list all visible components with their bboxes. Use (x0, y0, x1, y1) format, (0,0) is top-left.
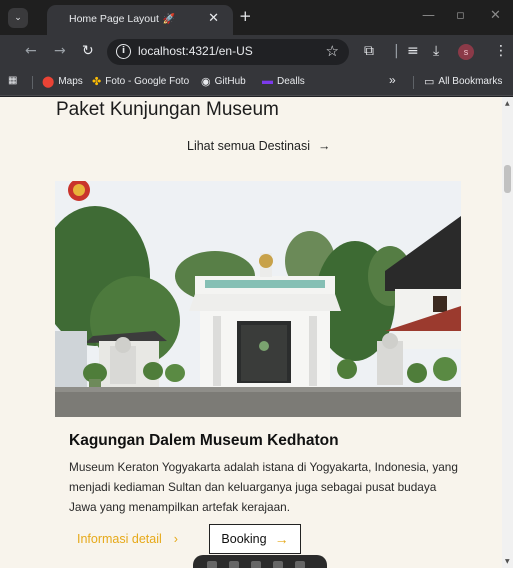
arrow-right-icon: → (317, 139, 331, 153)
browser-toolbar: ← → ↻ i localhost:4321/en-US ☆ ⧉ | ≡ ⤓ s… (0, 35, 513, 69)
reload-icon[interactable]: ↻ (82, 43, 94, 59)
museum-photo[interactable] (55, 181, 461, 417)
bookmark-maps[interactable]: ⬤ Maps (42, 75, 83, 88)
dealls-icon: ▬ (262, 75, 273, 87)
booking-button[interactable]: Booking → (209, 524, 301, 554)
section-title: Paket Kunjungan Museum (56, 99, 279, 120)
all-bookmarks-button[interactable]: ▭ All Bookmarks (424, 75, 502, 88)
bookmark-separator (413, 76, 414, 89)
detail-info-link[interactable]: Informasi detail › (77, 532, 178, 546)
chevron-down-icon: ⌄ (14, 13, 22, 23)
tab-search-button[interactable]: ⌄ (8, 8, 28, 28)
pinwheel-icon: ✤ (92, 76, 102, 88)
bookmark-google-foto[interactable]: ✤ Foto - Google Foto (92, 75, 189, 88)
new-tab-icon[interactable]: + (239, 8, 252, 24)
toolbar-divider: | (394, 43, 399, 59)
scroll-up-icon[interactable]: ▲ (505, 100, 510, 107)
bookmark-separator (32, 76, 33, 89)
tab-strip: ⌄ Home Page Layout 🚀 ✕ + — ▫ ✕ (0, 0, 513, 35)
see-all-destinations-link[interactable]: Lihat semua Destinasi → (187, 139, 330, 153)
forward-icon[interactable]: → (54, 43, 66, 59)
tab-title: Home Page Layout 🚀 (69, 13, 175, 25)
toolbar-item-icon[interactable] (273, 561, 283, 568)
booking-label: Booking (221, 532, 267, 546)
url-text: localhost:4321/en-US (138, 44, 253, 58)
bookmark-github[interactable]: ◉ GitHub (201, 75, 246, 88)
bookmark-label: GitHub (214, 76, 246, 87)
reading-list-icon[interactable]: ≡ (407, 43, 419, 59)
toolbar-item-icon[interactable] (229, 561, 239, 568)
all-bookmarks-label: All Bookmarks (438, 76, 503, 87)
github-icon: ◉ (201, 76, 211, 88)
folder-icon: ▭ (424, 76, 435, 88)
detail-info-label: Informasi detail (77, 532, 162, 546)
tab-close-icon[interactable]: ✕ (208, 11, 219, 26)
address-bar[interactable]: i localhost:4321/en-US ☆ (107, 39, 349, 65)
download-icon[interactable]: ⤓ (433, 43, 439, 59)
chevron-right-icon: › (173, 532, 178, 546)
profile-avatar[interactable]: s (458, 44, 474, 60)
back-icon[interactable]: ← (25, 43, 37, 59)
scroll-down-icon[interactable]: ▼ (505, 558, 510, 565)
tab-title-text: Home Page Layout (69, 13, 159, 25)
menu-kebab-icon[interactable]: ⋮ (494, 43, 508, 59)
scroll-thumb[interactable] (504, 165, 511, 193)
card-description: Museum Keraton Yogyakarta adalah istana … (69, 460, 458, 514)
minimize-icon[interactable]: — (422, 9, 435, 23)
maps-pin-icon: ⬤ (42, 76, 55, 88)
bookmark-label: Foto - Google Foto (105, 76, 190, 87)
toolbar-item-icon[interactable] (251, 561, 261, 568)
bookmark-label: Dealls (277, 75, 305, 87)
window-close-icon[interactable]: ✕ (490, 9, 501, 23)
extensions-icon[interactable]: ⧉ (364, 43, 374, 59)
card-title: Kagungan Dalem Museum Kedhaton (69, 432, 339, 449)
page-viewport: Paket Kunjungan Museum Lihat semua Desti… (0, 97, 502, 568)
bookmarks-overflow-button[interactable]: » (389, 73, 396, 87)
see-all-label: Lihat semua Destinasi (187, 139, 310, 153)
floating-toolbar[interactable] (193, 555, 327, 568)
arrow-right-icon: → (274, 531, 289, 547)
maximize-icon[interactable]: ▫ (456, 9, 465, 23)
toolbar-item-icon[interactable] (207, 561, 217, 568)
site-info-icon[interactable]: i (116, 44, 131, 59)
museum-illustration (55, 181, 461, 417)
bookmark-dealls[interactable]: ▬ Dealls (262, 75, 305, 87)
page-scrollbar[interactable]: ▲ ▼ (502, 97, 513, 568)
toolbar-item-icon[interactable] (295, 561, 305, 568)
bookmarks-bar: ▦ ⬤ Maps ✤ Foto - Google Foto ◉ GitHub ▬… (0, 69, 513, 96)
browser-tab[interactable]: Home Page Layout 🚀 ✕ (47, 5, 233, 35)
rocket-icon: 🚀 (162, 14, 176, 25)
bookmark-label: Maps (58, 76, 83, 87)
apps-grid-icon[interactable]: ▦ (8, 75, 17, 86)
bookmark-star-icon[interactable]: ☆ (326, 42, 339, 60)
